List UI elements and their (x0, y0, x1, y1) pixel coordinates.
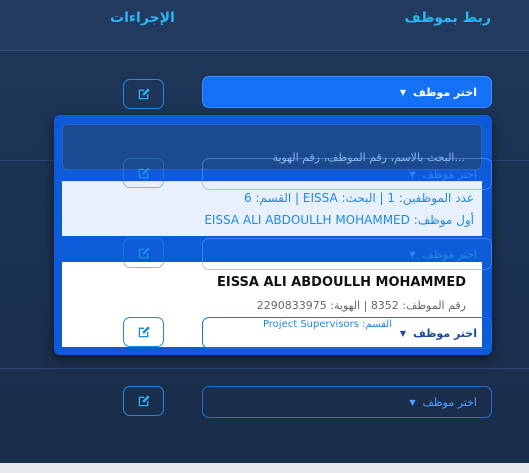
edit-button[interactable] (123, 317, 164, 347)
caret-down-icon: ▼ (409, 249, 416, 259)
employee-select-value: اختر موظف (412, 85, 477, 99)
employee-select-value: اختر موظف (422, 395, 477, 409)
column-header-link-employee: ربط بموظف (404, 10, 491, 26)
edit-pencil-icon (138, 247, 150, 259)
edit-pencil-icon (138, 167, 150, 179)
employee-select[interactable]: ▼ اختر موظف (202, 386, 492, 418)
employee-select-value: اختر موظف (412, 326, 477, 340)
employee-select-value: اختر موظف (422, 167, 477, 181)
employee-option-name: EISSA ALI ABDOULLH MOHAMMED (217, 275, 466, 290)
search-summary-count: عدد الموظفين: 1 | البحث: EISSA | القسم: … (243, 191, 474, 205)
column-header-actions: الإجراءات (110, 10, 175, 26)
search-summary-first: أول موظف: EISSA ALI ABDOULLH MOHAMMED (204, 213, 474, 227)
edit-pencil-icon (138, 326, 150, 338)
row-divider (0, 368, 529, 369)
employee-select[interactable]: ▼ اختر موظف (202, 238, 492, 270)
employee-select[interactable]: ▼ اختر موظف (202, 317, 492, 349)
employee-option-ids: رقم الموظف: 8352 | الهوية: 2290833975 (256, 299, 466, 312)
caret-down-icon: ▼ (409, 169, 416, 179)
edit-button[interactable] (123, 79, 164, 109)
edit-button[interactable] (123, 386, 164, 416)
edit-button[interactable] (123, 238, 164, 268)
employee-select[interactable]: ▼ اختر موظف (202, 158, 492, 190)
page-footer (0, 463, 529, 473)
edit-pencil-icon (138, 395, 150, 407)
caret-down-icon: ▼ (399, 87, 406, 97)
caret-down-icon: ▼ (399, 328, 406, 338)
employee-select-value: اختر موظف (422, 247, 477, 261)
employee-select[interactable]: ▼ اختر موظف (202, 76, 492, 108)
edit-pencil-icon (138, 88, 150, 100)
caret-down-icon: ▼ (409, 397, 416, 407)
edit-button[interactable] (123, 158, 164, 188)
table-header: ربط بموظف الإجراءات (0, 0, 529, 51)
